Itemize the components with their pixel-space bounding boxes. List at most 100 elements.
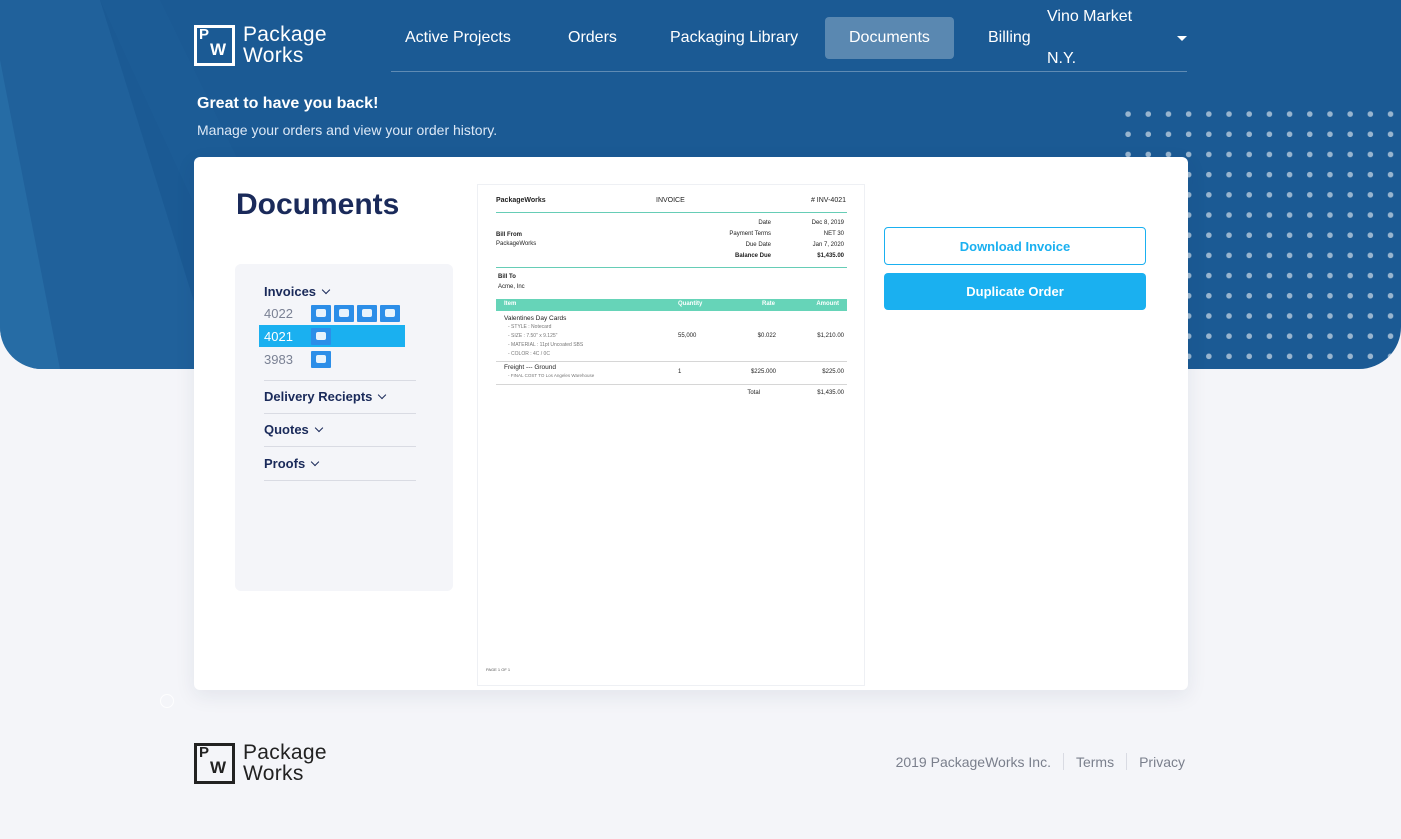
welcome-title: Great to have you back!	[197, 95, 379, 112]
col-quantity: Quantity	[678, 301, 703, 307]
line2-qty: 1	[678, 369, 682, 375]
invoice-number: 3983	[264, 351, 293, 367]
divider	[264, 380, 416, 381]
section-proofs[interactable]: Proofs	[264, 456, 320, 471]
line2-name: Freight --- Ground	[504, 364, 557, 371]
invoice-table-header: Item Quantity Rate Amount	[496, 299, 847, 311]
logo-mark-p: P	[199, 743, 210, 761]
chevron-down-icon	[321, 285, 331, 295]
col-item: Item	[504, 301, 517, 307]
col-rate: Rate	[762, 301, 776, 307]
section-quotes-label: Quotes	[264, 422, 309, 437]
section-invoices-label: Invoices	[264, 284, 317, 299]
invoice-preview: PackageWorks INVOICE # INV-4021 Date Dec…	[477, 184, 865, 686]
welcome-block: Great to have you back! Manage your orde…	[197, 95, 497, 138]
section-quotes[interactable]: Quotes	[264, 422, 324, 437]
logo-line-2: Works	[243, 762, 304, 785]
logo-mark: P W	[194, 742, 235, 784]
line1-detail: - COLOR : 4C / 0C	[508, 351, 550, 357]
divider	[264, 480, 416, 481]
line1-qty: 55,000	[678, 333, 697, 339]
logo-line-1: Package	[243, 741, 327, 764]
chevron-down-icon	[378, 390, 387, 400]
divider	[1062, 753, 1064, 770]
section-proofs-label: Proofs	[264, 456, 306, 471]
line2-amount: $225.00	[822, 369, 844, 375]
nav-documents[interactable]: Documents	[825, 17, 954, 59]
document-sidebar: Invoices 4022 4021 3983 Delivery Reciept…	[235, 264, 453, 591]
terms-value: NET 30	[823, 231, 844, 237]
section-invoices[interactable]: Invoices	[264, 284, 331, 299]
main-nav: Active Projects Orders Packaging Library…	[391, 8, 1187, 72]
terms-label: Payment Terms	[729, 231, 771, 237]
due-label: Due Date	[745, 242, 771, 248]
product-thumbnail	[334, 304, 354, 322]
invoice-label: INVOICE	[656, 197, 685, 204]
logo-mark-p: P	[199, 25, 210, 43]
logo-mark-w: W	[210, 757, 227, 777]
account-name: Vino Market N.Y.	[1047, 8, 1133, 67]
divider	[496, 212, 847, 213]
line1-detail: - SIZE : 7.50" x 9.125"	[508, 333, 558, 339]
duplicate-order-button[interactable]: Duplicate Order	[884, 273, 1146, 310]
logo-text: Package Works	[243, 24, 327, 66]
copyright: 2019 PackageWorks Inc.	[895, 753, 1051, 770]
invoice-number: 4022	[264, 305, 293, 321]
chevron-down-icon	[310, 457, 320, 467]
download-invoice-button[interactable]: Download Invoice	[884, 227, 1146, 265]
invoice-row-4021[interactable]: 4021	[259, 325, 405, 347]
line1-amount: $1,210.00	[817, 333, 844, 339]
divider	[496, 384, 847, 385]
divider	[264, 446, 416, 447]
nav-billing[interactable]: Billing	[974, 17, 1045, 59]
line1-detail: - MATERIAL : 11pt Uncoated SBS	[508, 342, 584, 348]
caret-down-icon	[1177, 35, 1187, 41]
col-amount: Amount	[816, 301, 839, 307]
info-icon[interactable]	[160, 694, 174, 708]
divider	[496, 361, 847, 362]
invoice-row-4022[interactable]: 4022	[259, 302, 405, 324]
section-delivery-label: Delivery Reciepts	[264, 389, 373, 404]
footer-links: 2019 PackageWorks Inc. Terms Privacy	[896, 753, 1185, 770]
nav-packaging-library[interactable]: Packaging Library	[656, 17, 812, 59]
line1-name: Valentines Day Cards	[504, 315, 567, 322]
line2-detail: - FINAL COST TO Los Angeles Warehouse	[508, 373, 595, 378]
date-value: Dec 8, 2019	[811, 220, 844, 226]
nav-active-projects[interactable]: Active Projects	[391, 17, 525, 59]
product-thumbnail	[311, 327, 331, 345]
terms-link[interactable]: Terms	[1076, 754, 1114, 770]
page-indicator: PAGE 1 OF 1	[486, 667, 511, 672]
balance-value: $1,435.00	[817, 253, 844, 259]
bill-to-value: Acme, Inc	[498, 284, 525, 290]
footer-logo[interactable]: P W Package Works	[194, 742, 327, 784]
bill-to-label: Bill To	[498, 274, 516, 280]
account-dropdown[interactable]: Vino Market N.Y.	[1047, 8, 1187, 67]
divider	[496, 267, 847, 268]
due-value: Jan 7, 2020	[812, 242, 844, 248]
line2-rate: $225.000	[750, 369, 776, 375]
divider	[264, 413, 416, 414]
product-thumbnail	[357, 304, 377, 322]
bill-from-value: PackageWorks	[496, 241, 537, 247]
line1-detail: - STYLE : Notecard	[508, 324, 552, 330]
line1-rate: $0.022	[757, 333, 776, 339]
divider	[1126, 753, 1128, 770]
logo-mark-w: W	[210, 39, 227, 59]
date-label: Date	[758, 220, 771, 226]
page-title: Documents	[236, 188, 400, 221]
product-thumbnail	[311, 350, 331, 368]
invoice-number: # INV-4021	[810, 197, 846, 204]
bill-from-label: Bill From	[496, 232, 523, 238]
section-delivery-receipts[interactable]: Delivery Reciepts	[264, 389, 387, 404]
logo-line-1: Package	[243, 23, 327, 46]
logo-line-2: Works	[243, 44, 304, 67]
nav-orders[interactable]: Orders	[554, 17, 631, 59]
product-thumbnail	[311, 304, 331, 322]
invoice-company: PackageWorks	[496, 197, 546, 204]
privacy-link[interactable]: Privacy	[1139, 754, 1185, 770]
logo-mark: P W	[194, 24, 235, 66]
header-logo[interactable]: P W Package Works	[194, 24, 327, 66]
invoice-row-3983[interactable]: 3983	[259, 348, 405, 370]
documents-card: Documents Invoices 4022 4021 3983 Delive…	[194, 157, 1188, 690]
welcome-subtitle: Manage your orders and view your order h…	[197, 122, 498, 138]
